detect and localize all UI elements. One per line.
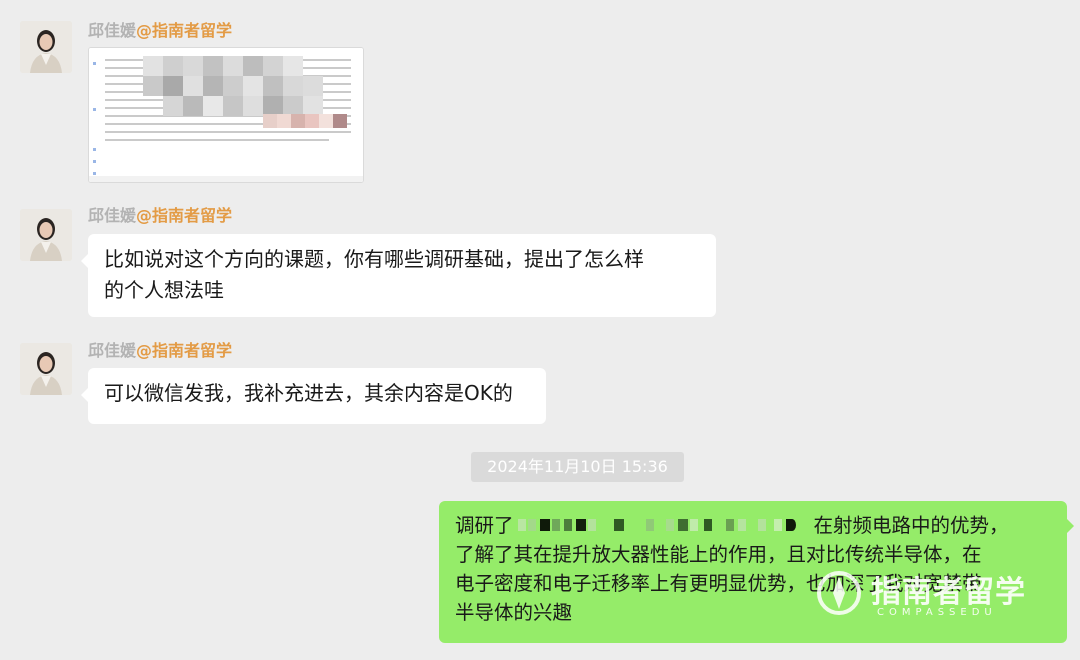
message-line: 电子密度和电子迁移率上有更明显优势，也加深了我对宽禁带	[455, 572, 982, 595]
avatar[interactable]	[20, 343, 72, 395]
avatar-photo	[20, 209, 72, 261]
message-bubble[interactable]: 可以微信发我，我补充进去，其余内容是OK的	[81, 368, 546, 424]
redacted-text	[517, 519, 796, 531]
outgoing-message-bubble[interactable]: 调研了 在射频电路中的优势， 了解了其在提升放大器性能上的作用，且对比传统半导体…	[439, 501, 1074, 643]
message-line: 调研了 在射频电路中的优势，	[455, 511, 1051, 540]
sender-name: 邱佳媛@指南者留学	[88, 337, 232, 361]
message-line: 比如说对这个方向的课题，你有哪些调研基础，提出了怎么样	[104, 247, 644, 271]
message-text: 调研了	[455, 514, 514, 537]
avatar-photo	[20, 21, 72, 73]
message-line: 的个人想法哇	[104, 278, 224, 302]
avatar[interactable]	[20, 209, 72, 261]
sender-org: @指南者留学	[136, 21, 233, 40]
document-preview-image	[89, 48, 363, 182]
message-bubble[interactable]: 比如说对这个方向的课题，你有哪些调研基础，提出了怎么样 的个人想法哇	[81, 234, 716, 317]
sender-name-text: 邱佳媛	[88, 206, 137, 225]
sender-org: @指南者留学	[136, 341, 233, 360]
avatar-photo	[20, 343, 72, 395]
timestamp-divider: 2024年11月10日 15:36	[471, 452, 684, 482]
message-line: 了解了其在提升放大器性能上的作用，且对比传统半导体，在	[455, 543, 982, 566]
message-line: 半导体的兴趣	[455, 601, 573, 624]
sender-name: 邱佳媛@指南者留学	[88, 17, 232, 41]
avatar[interactable]	[20, 21, 72, 73]
sender-name-text: 邱佳媛	[88, 21, 137, 40]
sender-org: @指南者留学	[136, 206, 233, 225]
message-text: 在射频电路中的优势，	[813, 514, 1009, 537]
message-line: 可以微信发我，我补充进去，其余内容是OK的	[104, 381, 513, 405]
sender-name-text: 邱佳媛	[88, 341, 137, 360]
sender-name: 邱佳媛@指南者留学	[88, 202, 232, 226]
image-message-thumbnail[interactable]	[88, 47, 364, 183]
